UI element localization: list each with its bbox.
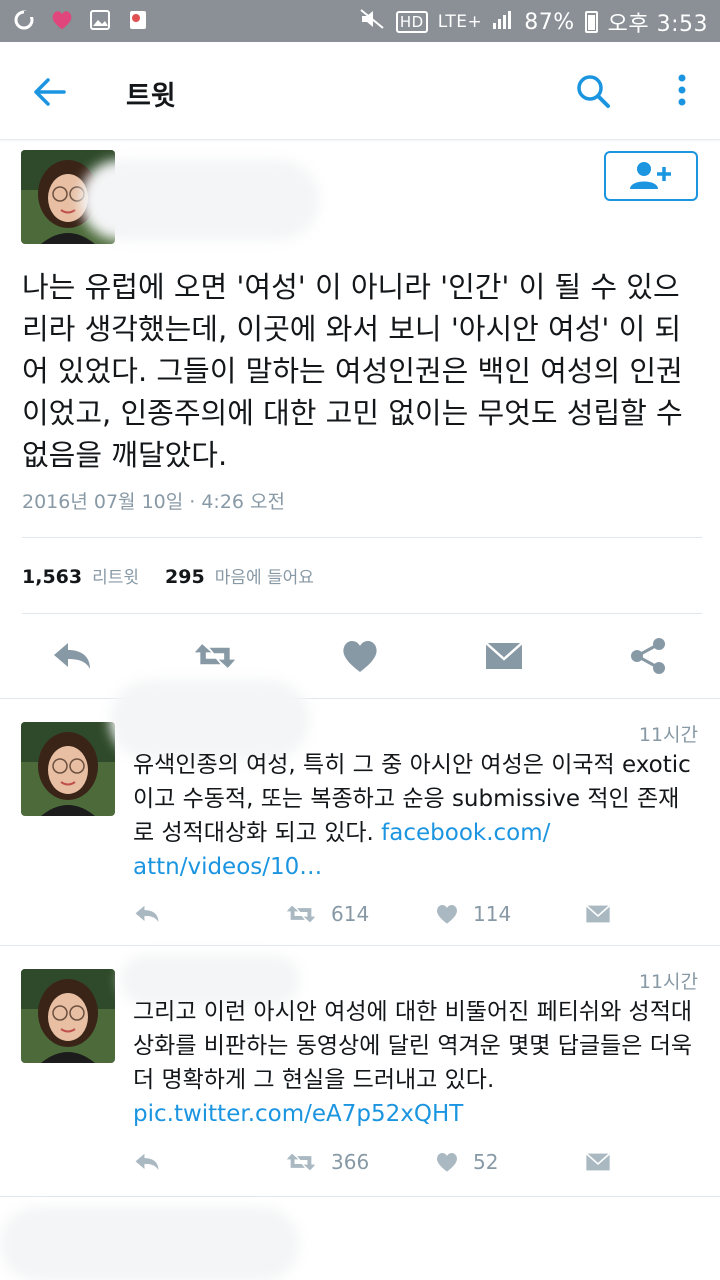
heart-icon xyxy=(343,640,377,672)
network-type: LTE+ xyxy=(437,12,483,32)
heart-icon xyxy=(437,1152,457,1172)
envelope-icon xyxy=(585,904,611,923)
retweet-button[interactable]: 366 xyxy=(285,1147,369,1177)
retweet-button[interactable] xyxy=(193,636,237,676)
retweet-count: 366 xyxy=(331,1150,370,1174)
heart-icon xyxy=(437,904,457,924)
share-button[interactable] xyxy=(626,636,670,676)
battery-icon xyxy=(584,11,598,33)
reply-body: 그리고 이런 아시안 여성에 대한 비뚤어진 페티쉬와 성적대상화를 비판하는 … xyxy=(133,999,693,1093)
more-options-button[interactable] xyxy=(662,70,702,114)
envelope-icon xyxy=(485,642,523,669)
reply-icon xyxy=(135,1153,159,1171)
reply-text: 유색인종의 여성, 특히 그 중 아시안 여성은 이국적 exotic이고 수동… xyxy=(133,748,693,884)
app-header: 트윗 xyxy=(0,42,720,140)
reply-text: 그리고 이런 아시안 여성에 대한 비뚤어진 페티쉬와 성적대상화를 비판하는 … xyxy=(133,995,693,1131)
tweet-stats: 1,563 리트윗 295 마음에 들어요 xyxy=(22,563,314,588)
retweet-count: 614 xyxy=(331,902,370,926)
divider xyxy=(0,698,720,699)
direct-message-button[interactable] xyxy=(585,899,611,929)
reply-link[interactable]: pic.twitter.com/eA7p52xQHT xyxy=(133,1101,463,1127)
like-label: 마음에 들어요 xyxy=(214,568,314,588)
avatar-photo xyxy=(21,722,115,816)
follow-button[interactable] xyxy=(604,151,698,201)
signal-icon xyxy=(492,8,514,36)
share-icon xyxy=(631,638,665,674)
battery-percent: 87% xyxy=(524,9,575,35)
next-reply-card[interactable] xyxy=(0,1196,720,1280)
reply-action-bar: 366 52 xyxy=(133,1147,693,1177)
clock: 오후 3:53 xyxy=(607,12,708,37)
reply-icon xyxy=(135,905,159,923)
reply-time: 11시간 xyxy=(638,971,698,993)
envelope-icon xyxy=(585,1152,611,1171)
like-count: 52 xyxy=(473,1150,499,1174)
search-button[interactable] xyxy=(574,72,614,112)
like-button[interactable]: 114 xyxy=(435,899,511,929)
divider xyxy=(0,945,720,946)
divider xyxy=(22,613,702,614)
redacted-content xyxy=(0,1207,300,1280)
add-user-icon xyxy=(630,162,671,189)
retweet-icon xyxy=(286,905,316,923)
gallery-notification-icon xyxy=(88,8,112,32)
reply-button[interactable] xyxy=(50,636,94,676)
reply-time: 11시간 xyxy=(638,724,698,746)
reply-action-bar: 614 114 xyxy=(133,899,693,929)
avatar-photo xyxy=(21,969,115,1063)
retweet-icon xyxy=(286,1153,316,1171)
reply-icon xyxy=(54,643,90,669)
reply-button[interactable] xyxy=(133,899,161,929)
search-icon xyxy=(577,75,610,108)
notification-app-icon xyxy=(12,8,36,32)
hd-voice-indicator: HD xyxy=(395,11,428,33)
direct-message-button[interactable] xyxy=(482,636,526,676)
memo-notification-icon xyxy=(126,8,150,32)
page-title: 트윗 xyxy=(126,81,176,112)
more-vertical-icon xyxy=(678,74,686,106)
mute-icon xyxy=(358,8,386,36)
tweet-action-bar xyxy=(0,628,720,684)
divider xyxy=(22,537,702,538)
tweet-text: 나는 유럽에 오면 '여성' 이 아니라 '인간' 이 될 수 있으리라 생각했… xyxy=(22,270,683,472)
direct-message-button[interactable] xyxy=(585,1147,611,1177)
reply-avatar[interactable] xyxy=(21,722,115,816)
retweet-label: 리트윗 xyxy=(92,568,140,588)
like-count: 114 xyxy=(473,902,512,926)
like-button[interactable] xyxy=(338,636,382,676)
reply-button[interactable] xyxy=(133,1147,161,1177)
retweet-icon xyxy=(194,644,236,668)
heart-notification-icon xyxy=(50,8,74,32)
redacted-author-name xyxy=(80,160,320,240)
back-button[interactable] xyxy=(30,72,70,112)
like-button[interactable]: 52 xyxy=(435,1147,498,1177)
reply-avatar[interactable] xyxy=(21,969,115,1063)
retweet-count[interactable]: 1,563 xyxy=(22,566,82,588)
retweet-button[interactable]: 614 xyxy=(285,899,369,929)
tweet-timestamp: 2016년 07월 10일 · 4:26 오전 xyxy=(22,491,286,513)
status-bar: HD LTE+ 87% 오후 3:53 xyxy=(0,0,720,42)
back-arrow-icon xyxy=(34,78,66,106)
like-count[interactable]: 295 xyxy=(165,566,205,588)
